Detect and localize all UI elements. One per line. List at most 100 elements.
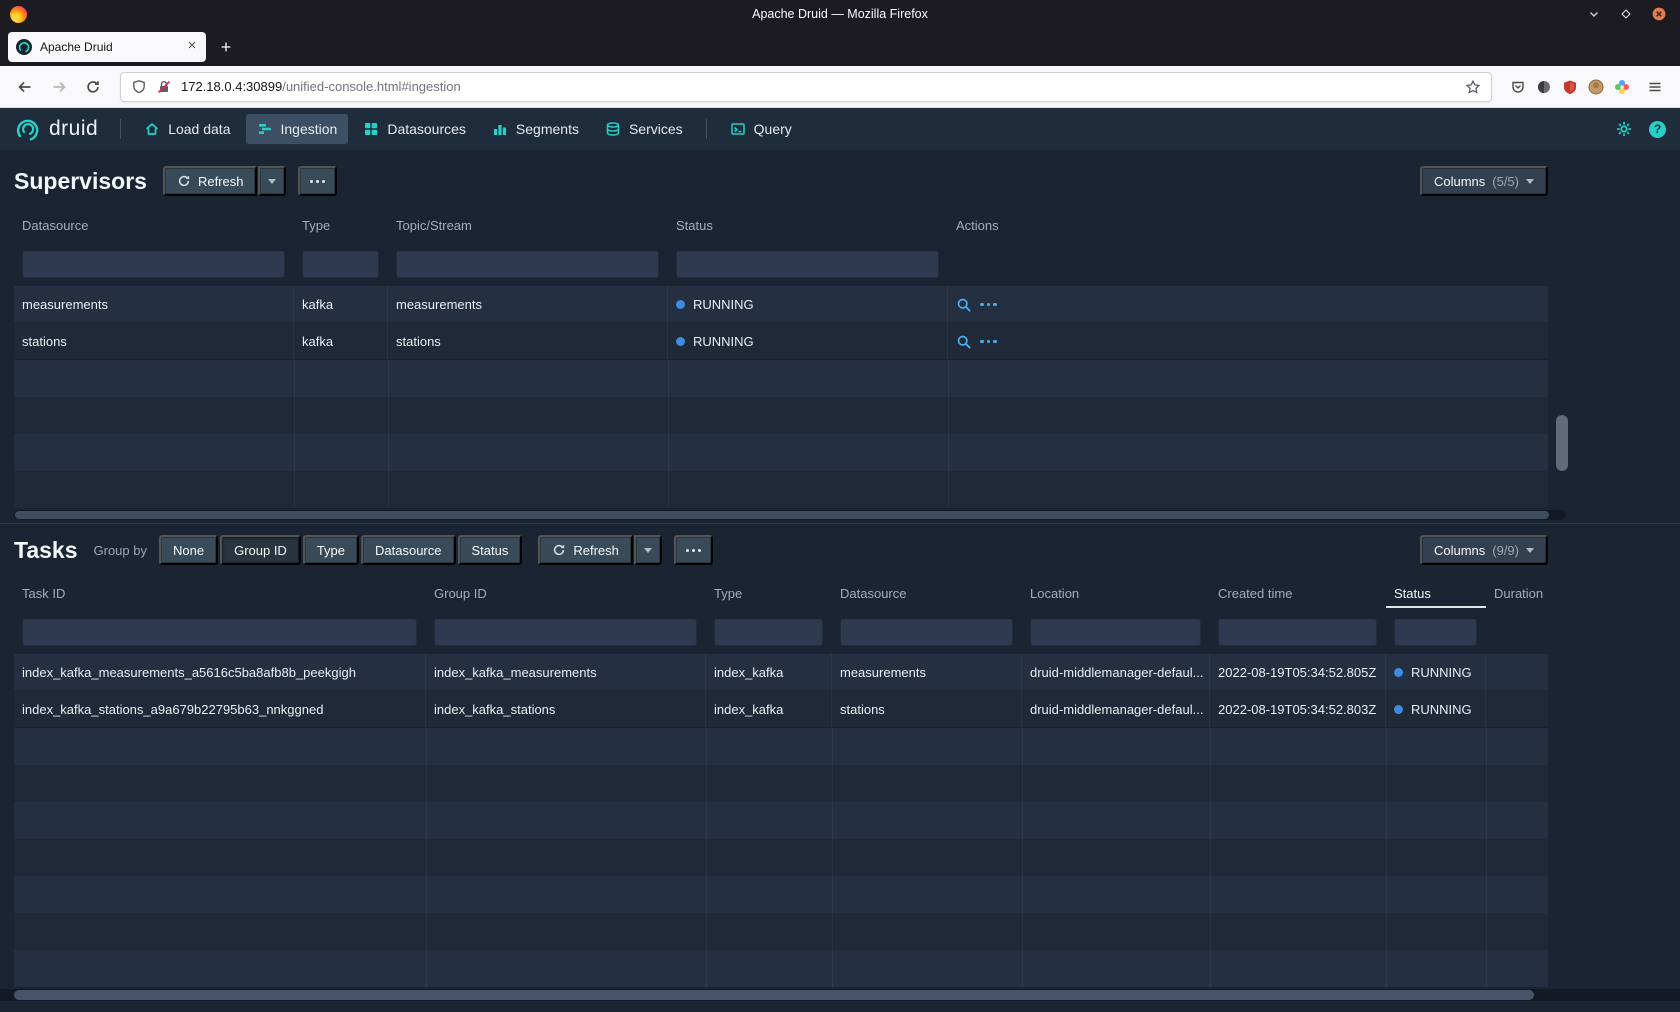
tasks-more-button[interactable] — [674, 535, 713, 565]
columns-label: Columns — [1434, 174, 1485, 189]
magnifier-icon[interactable] — [956, 297, 972, 313]
tasks-title: Tasks — [14, 537, 78, 564]
tasks-columns-button[interactable]: Columns (9/9) — [1420, 535, 1548, 565]
cell-datasource: stations — [832, 691, 1022, 728]
status-dot — [1394, 668, 1403, 677]
magnifier-icon[interactable] — [956, 334, 972, 350]
druid-brand[interactable]: druid — [14, 116, 98, 142]
tab-close-icon[interactable] — [186, 38, 198, 56]
cell-datasource: stations — [14, 323, 294, 360]
columns-count: (5/5) — [1492, 174, 1519, 189]
column-header-topic-stream[interactable]: Topic/Stream — [388, 208, 668, 242]
tasks-horizontal-scrollbar[interactable] — [0, 989, 1680, 1001]
filter-datasource-input[interactable] — [840, 618, 1013, 646]
filter-task-id-input[interactable] — [22, 618, 417, 646]
nav-item-query[interactable]: Query — [719, 114, 803, 144]
cell-status: RUNNING — [1386, 691, 1486, 728]
filter-location-input[interactable] — [1030, 618, 1201, 646]
gear-icon[interactable] — [1615, 120, 1633, 138]
brand-wordmark: druid — [49, 117, 98, 141]
column-header-group-id[interactable]: Group ID — [426, 576, 706, 610]
supervisors-vertical-scrollbar-thumb[interactable] — [1556, 415, 1568, 471]
url-path: /unified-console.html#ingestion — [282, 79, 461, 94]
filter-datasource-input[interactable] — [22, 250, 285, 278]
new-tab-button[interactable] — [212, 33, 240, 61]
column-header-status[interactable]: Status — [668, 208, 948, 242]
refresh-icon — [552, 543, 566, 557]
supervisors-refresh-interval-button[interactable] — [258, 166, 286, 196]
filter-type-input[interactable] — [714, 618, 823, 646]
task-row[interactable]: index_kafka_measurements_a5616c5ba8afb8b… — [14, 654, 1548, 691]
group-by-type-button[interactable]: Type — [303, 535, 359, 565]
extension-mask-icon[interactable] — [1536, 79, 1552, 95]
column-header-type[interactable]: Type — [294, 208, 388, 242]
filter-type-input[interactable] — [302, 250, 379, 278]
column-header-task-id[interactable]: Task ID — [14, 576, 426, 610]
refresh-label: Refresh — [573, 543, 619, 558]
supervisor-row[interactable]: stations kafka stations RUNNING — [14, 323, 1548, 360]
filter-topic-input[interactable] — [396, 250, 659, 278]
nav-item-datasources[interactable]: Datasources — [352, 114, 477, 144]
tasks-refresh-button[interactable]: Refresh — [538, 535, 633, 565]
minimize-icon[interactable] — [1588, 8, 1600, 20]
nav-item-segments[interactable]: Segments — [481, 114, 590, 144]
filter-created-time-input[interactable] — [1218, 618, 1377, 646]
row-more-icon[interactable] — [980, 303, 997, 307]
forward-button[interactable] — [44, 72, 74, 102]
nav-label: Ingestion — [281, 121, 338, 137]
tasks-filter-row — [14, 610, 1548, 654]
menu-icon[interactable] — [1640, 72, 1670, 102]
status-dot — [1394, 705, 1403, 714]
scrollbar-thumb[interactable] — [15, 511, 1549, 519]
browser-tab[interactable]: Apache Druid — [8, 32, 206, 62]
group-by-none-button[interactable]: None — [159, 535, 218, 565]
cell-topic: stations — [388, 323, 668, 360]
ublock-icon[interactable] — [1562, 79, 1578, 95]
row-more-icon[interactable] — [980, 340, 997, 344]
nav-item-load-data[interactable]: Load data — [133, 114, 241, 144]
url-bar[interactable]: 172.18.0.4:30899/unified-console.html#in… — [120, 72, 1492, 102]
extension-pinwheel-icon[interactable] — [1614, 79, 1630, 95]
pocket-icon[interactable] — [1510, 79, 1526, 95]
group-by-group-id-button[interactable]: Group ID — [220, 535, 301, 565]
back-button[interactable] — [10, 72, 40, 102]
tasks-refresh-interval-button[interactable] — [634, 535, 662, 565]
load-data-icon — [144, 121, 160, 137]
bookmark-star-icon[interactable] — [1465, 79, 1481, 95]
extension-avatar-icon[interactable] — [1588, 79, 1604, 95]
supervisors-refresh-button[interactable]: Refresh — [163, 166, 258, 196]
column-header-duration[interactable]: Duration — [1486, 576, 1548, 610]
supervisors-more-button[interactable] — [298, 166, 337, 196]
reload-button[interactable] — [78, 72, 108, 102]
insecure-lock-icon[interactable] — [156, 79, 172, 95]
supervisors-columns-button[interactable]: Columns (5/5) — [1420, 166, 1548, 196]
filter-status-input[interactable] — [676, 250, 939, 278]
scrollbar-thumb[interactable] — [14, 990, 1534, 1000]
nav-item-services[interactable]: Services — [594, 114, 694, 144]
column-header-type[interactable]: Type — [706, 576, 832, 610]
group-by-datasource-button[interactable]: Datasource — [361, 535, 455, 565]
column-header-datasource[interactable]: Datasource — [14, 208, 294, 242]
column-header-actions[interactable]: Actions — [948, 208, 1548, 242]
filter-group-id-input[interactable] — [434, 618, 697, 646]
nav-item-ingestion[interactable]: Ingestion — [246, 114, 349, 144]
filter-status-input[interactable] — [1394, 618, 1477, 646]
supervisors-horizontal-scrollbar[interactable] — [14, 510, 1566, 520]
group-by-status-button[interactable]: Status — [458, 535, 523, 565]
shield-icon[interactable] — [131, 79, 147, 95]
help-icon[interactable]: ? — [1649, 121, 1666, 138]
url-host: 172.18.0.4:30899 — [181, 79, 282, 94]
divider — [120, 119, 121, 139]
cell-topic: measurements — [388, 286, 668, 323]
column-header-datasource[interactable]: Datasource — [832, 576, 1022, 610]
query-icon — [730, 121, 746, 137]
column-header-created-time[interactable]: Created time — [1210, 576, 1386, 610]
maximize-icon[interactable] — [1620, 8, 1632, 20]
close-icon[interactable] — [1652, 7, 1666, 21]
task-row[interactable]: index_kafka_stations_a9a679b22795b63_nnk… — [14, 691, 1548, 728]
supervisor-row[interactable]: measurements kafka measurements RUNNING — [14, 286, 1548, 323]
column-header-status-sorted[interactable]: Status — [1386, 583, 1486, 608]
refresh-icon — [177, 174, 191, 188]
column-header-location[interactable]: Location — [1022, 576, 1210, 610]
supervisors-filter-row — [14, 242, 1548, 286]
